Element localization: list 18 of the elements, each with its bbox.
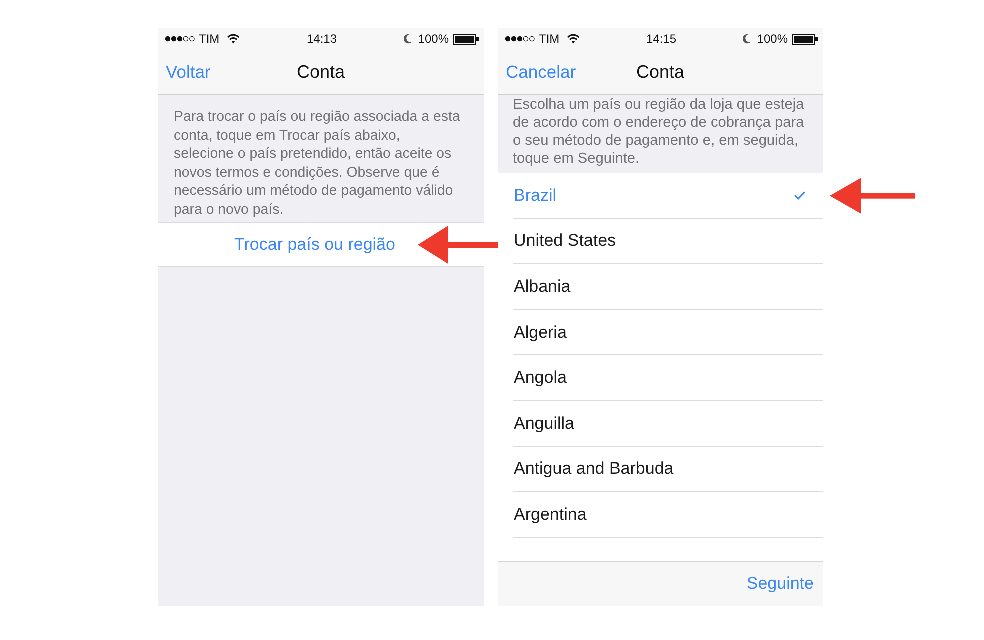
battery-icon — [453, 34, 479, 44]
carrier-label: TIM — [199, 32, 220, 46]
signal-icon — [505, 36, 536, 42]
description-text: Escolha um país ou região da loja que esteja de acordo com o endereço de cobrança para o seu método de pagamento e, em seguida, toque em Seguinte. — [512, 96, 806, 169]
signal-icon — [165, 36, 196, 42]
carrier-label: TIM — [539, 32, 560, 46]
time-label: 14:13 — [306, 32, 338, 46]
battery-icon — [792, 34, 818, 44]
battery-label: 100% — [418, 32, 449, 46]
battery-label: 100% — [757, 32, 788, 46]
nav-title: Conta — [636, 62, 685, 82]
wifi-icon — [566, 34, 580, 44]
nav-title: Conta — [296, 62, 346, 82]
time-label: 14:15 — [646, 32, 677, 46]
description-text: Para trocar o país ou região associada a esta conta, toque em Trocar país abaixo, selecione o país pretendido, então aceite os novos termos e condições. Observe que é necessário um método de pagamento válido para o novo país. — [173, 108, 462, 220]
change-region-button[interactable]: Trocar país ou região — [158, 222, 484, 267]
wifi-icon — [226, 34, 240, 44]
checkmark-icon — [794, 191, 806, 200]
